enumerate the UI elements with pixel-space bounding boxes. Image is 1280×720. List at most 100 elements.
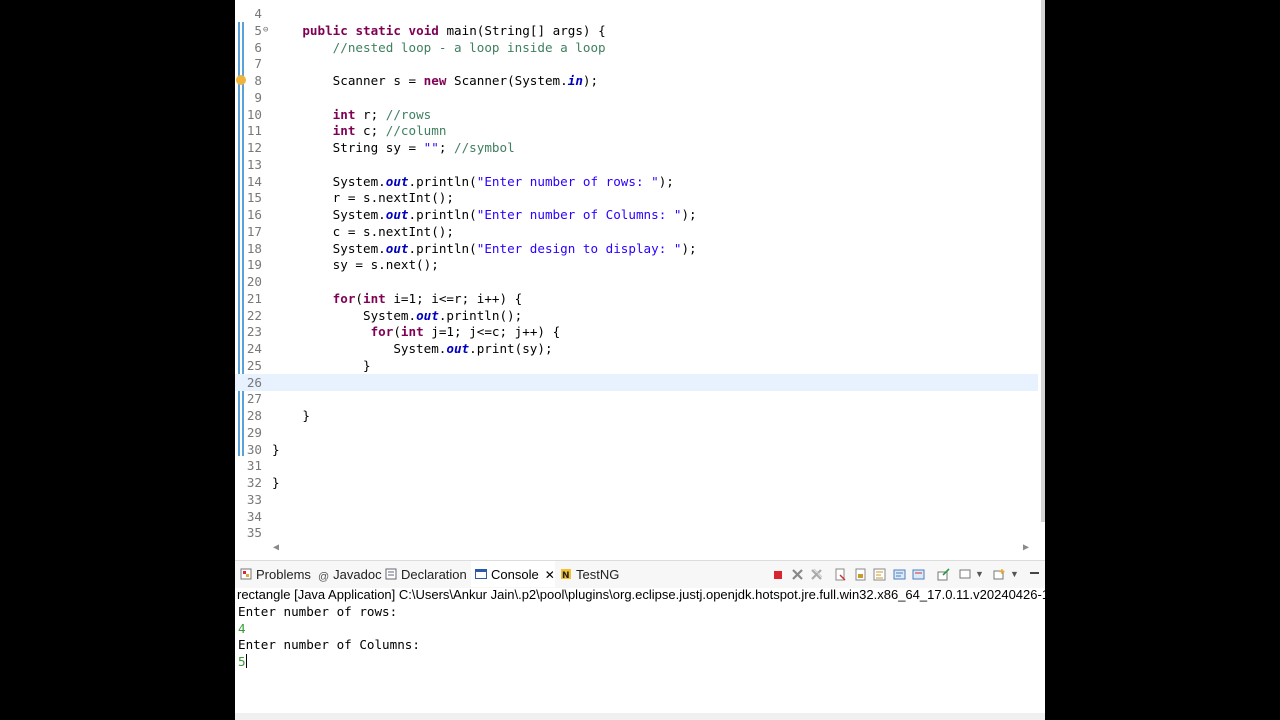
code-line[interactable]: 13 bbox=[235, 156, 1038, 173]
console-input-line: 4 bbox=[238, 621, 1038, 638]
code-line[interactable]: 30} bbox=[235, 441, 1038, 458]
javadoc-icon: @ bbox=[318, 571, 330, 583]
tab-javadoc[interactable]: @ Javadoc bbox=[318, 565, 382, 585]
code-line[interactable]: 11 int c; //column bbox=[235, 122, 1038, 139]
testng-icon: N bbox=[561, 569, 571, 580]
line-number: 22 bbox=[246, 307, 262, 323]
line-number: 25 bbox=[246, 357, 262, 373]
code-text: System.out.print(sy); bbox=[272, 340, 552, 357]
code-text: } bbox=[272, 474, 280, 491]
open-console-icon[interactable] bbox=[993, 568, 1006, 581]
code-line[interactable]: 32} bbox=[235, 474, 1038, 491]
line-number: 26 bbox=[246, 374, 262, 390]
minimize-icon[interactable] bbox=[1028, 568, 1041, 581]
code-line[interactable]: 33 bbox=[235, 491, 1038, 508]
code-line[interactable]: 4 bbox=[235, 5, 1038, 22]
tab-declaration[interactable]: Declaration bbox=[385, 565, 467, 585]
code-token: "Enter design to display: " bbox=[476, 240, 682, 256]
code-line[interactable]: 21 for(int i=1; i<=r; i++) { bbox=[235, 290, 1038, 307]
close-icon[interactable]: ✕ bbox=[545, 568, 555, 582]
code-line[interactable]: 6 //nested loop - a loop inside a loop bbox=[235, 39, 1038, 56]
code-line[interactable]: 26 bbox=[235, 373, 1038, 391]
scroll-lock-icon[interactable] bbox=[854, 568, 867, 581]
code-line[interactable]: 34 bbox=[235, 508, 1038, 525]
remove-launch-icon[interactable] bbox=[791, 568, 804, 581]
code-token: out bbox=[385, 173, 409, 189]
line-number: 31 bbox=[246, 458, 262, 474]
code-line[interactable]: 9 bbox=[235, 89, 1038, 106]
code-line[interactable]: 7 bbox=[235, 55, 1038, 72]
code-line[interactable]: 5 ⊖ public static void main(String[] args… bbox=[235, 22, 1038, 39]
code-token: .println(); bbox=[438, 307, 523, 323]
code-token: //rows bbox=[385, 106, 432, 122]
code-line[interactable]: 20 bbox=[235, 273, 1038, 290]
code-token: //column bbox=[385, 123, 447, 139]
chevron-down-icon[interactable]: ▼ bbox=[1010, 568, 1023, 581]
tab-problems[interactable]: Problems bbox=[240, 565, 311, 585]
code-line[interactable]: 15 r = s.nextInt(); bbox=[235, 189, 1038, 206]
code-line[interactable]: 17 c = s.nextInt(); bbox=[235, 223, 1038, 240]
code-token: //nested loop - a loop inside a loop bbox=[332, 39, 606, 55]
chevron-down-icon[interactable]: ▼ bbox=[975, 568, 988, 581]
line-number: 27 bbox=[246, 391, 262, 407]
code-line[interactable]: 14 System.out.println("Enter number of r… bbox=[235, 173, 1038, 190]
code-line[interactable]: 22 System.out.println(); bbox=[235, 307, 1038, 324]
remove-all-terminated-icon[interactable] bbox=[810, 568, 823, 581]
code-line[interactable]: 24 System.out.print(sy); bbox=[235, 340, 1038, 357]
code-line[interactable]: 16 System.out.println("Enter number of C… bbox=[235, 206, 1038, 223]
code-text: String sy = ""; //symbol bbox=[272, 139, 515, 156]
editor-horizontal-scrollbar[interactable]: ◀ ▶ bbox=[273, 540, 1033, 556]
line-number: 8 bbox=[254, 73, 262, 88]
line-number: 16 bbox=[246, 207, 262, 222]
code-token: out bbox=[385, 207, 409, 222]
clear-console-icon[interactable] bbox=[834, 568, 847, 581]
fold-collapse-icon[interactable]: ⊖ bbox=[263, 22, 268, 39]
editor-vertical-scrollbar[interactable] bbox=[1041, 0, 1045, 522]
code-line[interactable]: 27 bbox=[235, 390, 1038, 407]
code-line[interactable]: 35 bbox=[235, 524, 1038, 540]
code-token: for bbox=[370, 324, 394, 340]
terminate-icon[interactable] bbox=[772, 568, 785, 581]
line-number: 29 bbox=[246, 424, 262, 440]
code-token: .println( bbox=[408, 173, 477, 189]
code-line[interactable]: 25 } bbox=[235, 357, 1038, 374]
line-number: 33 bbox=[246, 491, 262, 507]
code-line[interactable]: 10 int r; //rows bbox=[235, 106, 1038, 123]
code-token: void bbox=[408, 22, 439, 38]
code-line[interactable]: 23 for(int j=1; j<=c; j++) { bbox=[235, 323, 1038, 340]
tab-problems-label: Problems bbox=[256, 567, 311, 582]
code-line[interactable]: 29 bbox=[235, 424, 1038, 441]
word-wrap-icon[interactable] bbox=[873, 568, 886, 581]
code-text: int c; //column bbox=[272, 122, 447, 139]
code-text: } bbox=[272, 407, 310, 424]
code-line[interactable]: 12 String sy = ""; //symbol bbox=[235, 139, 1038, 156]
code-token: int bbox=[332, 106, 356, 122]
show-on-error-icon[interactable] bbox=[912, 568, 925, 581]
code-token: System. bbox=[272, 207, 386, 222]
code-text: //nested loop - a loop inside a loop bbox=[272, 39, 606, 56]
code-line[interactable]: 8 Scanner s = new Scanner(System.in); bbox=[235, 72, 1038, 89]
code-line[interactable]: 28 } bbox=[235, 407, 1038, 424]
console-output[interactable]: Enter number of rows: 4 Enter number of Co… bbox=[238, 604, 1038, 670]
pin-console-icon[interactable] bbox=[937, 568, 950, 581]
code-editor[interactable]: 4 5 ⊖ public static void main(String[] arg… bbox=[235, 0, 1045, 540]
scroll-right-icon[interactable]: ▶ bbox=[1023, 540, 1029, 556]
tab-declaration-label: Declaration bbox=[401, 567, 467, 582]
code-token: out bbox=[385, 240, 409, 256]
tab-testng-label: TestNG bbox=[576, 567, 620, 582]
code-line[interactable]: 18 System.out.println("Enter design to d… bbox=[235, 240, 1038, 257]
code-line[interactable]: 19 sy = s.next(); bbox=[235, 256, 1038, 273]
show-on-output-icon[interactable] bbox=[893, 568, 906, 581]
display-selected-console-icon[interactable] bbox=[959, 568, 972, 581]
scroll-left-icon[interactable]: ◀ bbox=[273, 540, 279, 556]
console-output-line: Enter number of Columns: bbox=[238, 637, 1038, 654]
code-token: out bbox=[416, 307, 439, 323]
tab-testng[interactable]: N TestNG bbox=[560, 565, 619, 585]
code-line[interactable]: 31 bbox=[235, 457, 1038, 474]
code-token: c = s.nextInt(); bbox=[272, 223, 454, 239]
tab-console[interactable]: Console ✕ bbox=[475, 565, 555, 585]
code-text: } bbox=[272, 357, 371, 374]
